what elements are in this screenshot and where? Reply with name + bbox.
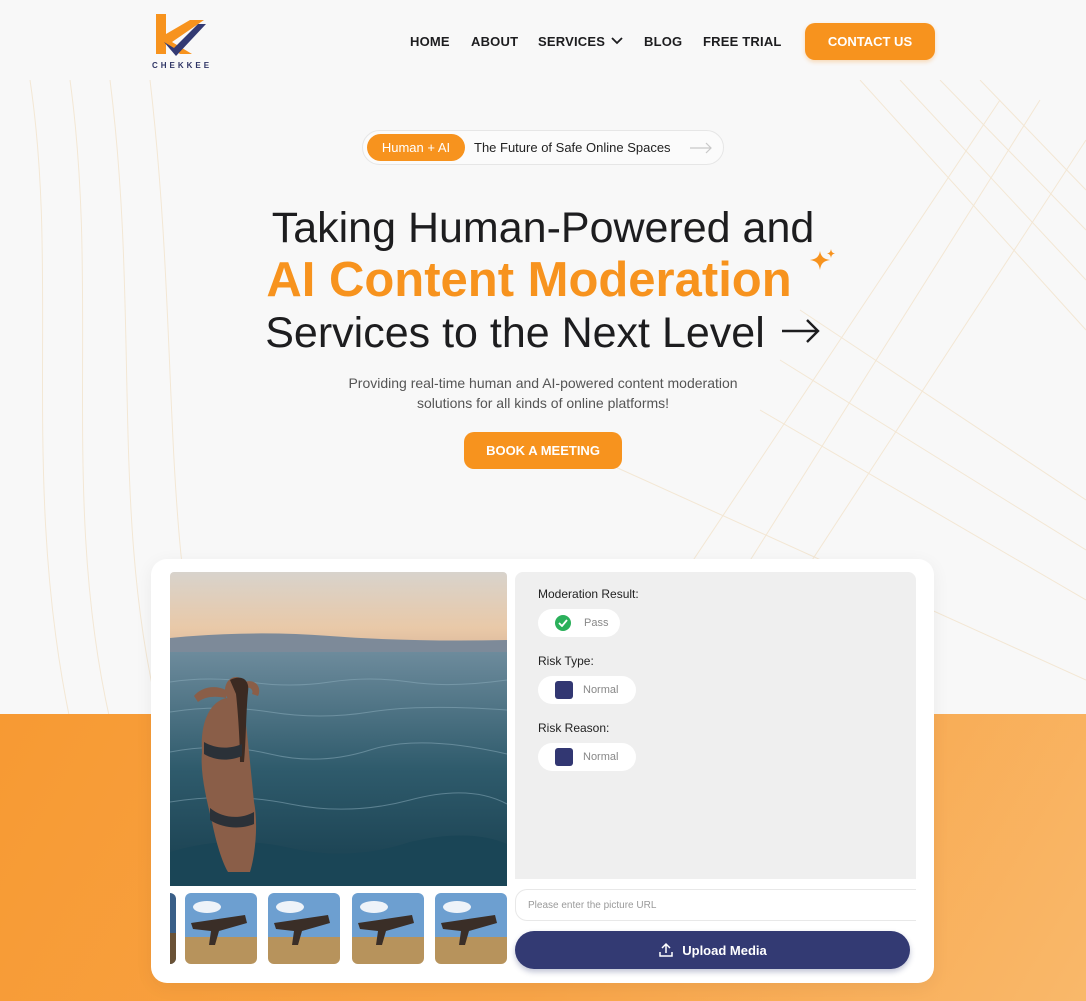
moderation-result-value: Pass [584,617,609,629]
picture-url-input[interactable]: Please enter the picture URL [515,889,916,921]
moderation-result-label: Moderation Result: [538,587,639,601]
risk-reason-label: Risk Reason: [538,721,610,735]
thumbnail-strip [170,893,507,964]
announcement-pill[interactable]: Human + AI The Future of Safe Online Spa… [362,130,724,165]
hero-heading-line-3: Services to the Next Level [265,309,765,357]
nav-blog[interactable]: BLOG [644,34,682,49]
risk-type-value: Normal [583,684,619,696]
risk-reason-value: Normal [583,751,619,763]
nav-free-trial[interactable]: FREE TRIAL [703,34,782,49]
risk-reason-chip: Normal [538,743,636,771]
check-icon [555,615,571,631]
risk-type-chip: Normal [538,676,636,704]
chevron-down-icon [611,37,623,45]
upload-icon [659,942,673,957]
upload-media-button[interactable]: Upload Media [515,931,910,969]
nav-services[interactable]: SERVICES [538,34,623,49]
pill-tag: Human + AI [367,134,465,161]
thumbnail[interactable] [268,893,340,964]
sparkle-icon [810,249,835,270]
nav-about[interactable]: ABOUT [471,34,518,49]
arrow-right-icon [782,319,820,343]
risk-reason-color-swatch [555,748,573,766]
contact-us-button[interactable]: CONTACT US [805,23,935,60]
hero-subtitle-line-1: Providing real-time human and AI-powered… [348,375,738,391]
nav-services-label: SERVICES [538,34,606,49]
thumbnail[interactable] [185,893,257,964]
upload-media-label: Upload Media [682,942,767,958]
thumbnail[interactable] [352,893,424,964]
hero-heading-line-2: AI Content Moderation [266,253,792,307]
logo-wordmark: CHEKKEE [151,61,213,70]
book-meeting-button[interactable]: BOOK A MEETING [464,432,622,469]
arrow-right-icon [690,142,712,154]
sample-image[interactable] [170,572,507,886]
risk-type-color-swatch [555,681,573,699]
moderation-result-chip: Pass [538,609,620,637]
risk-type-label: Risk Type: [538,654,594,668]
hero-heading-line-1: Taking Human-Powered and [271,204,815,252]
hero-subtitle-line-2: solutions for all kinds of online platfo… [416,395,670,411]
thumbnail[interactable] [435,893,507,964]
nav-home[interactable]: HOME [410,34,450,49]
thumbnail[interactable] [170,893,176,964]
pill-text: The Future of Safe Online Spaces [474,140,671,155]
